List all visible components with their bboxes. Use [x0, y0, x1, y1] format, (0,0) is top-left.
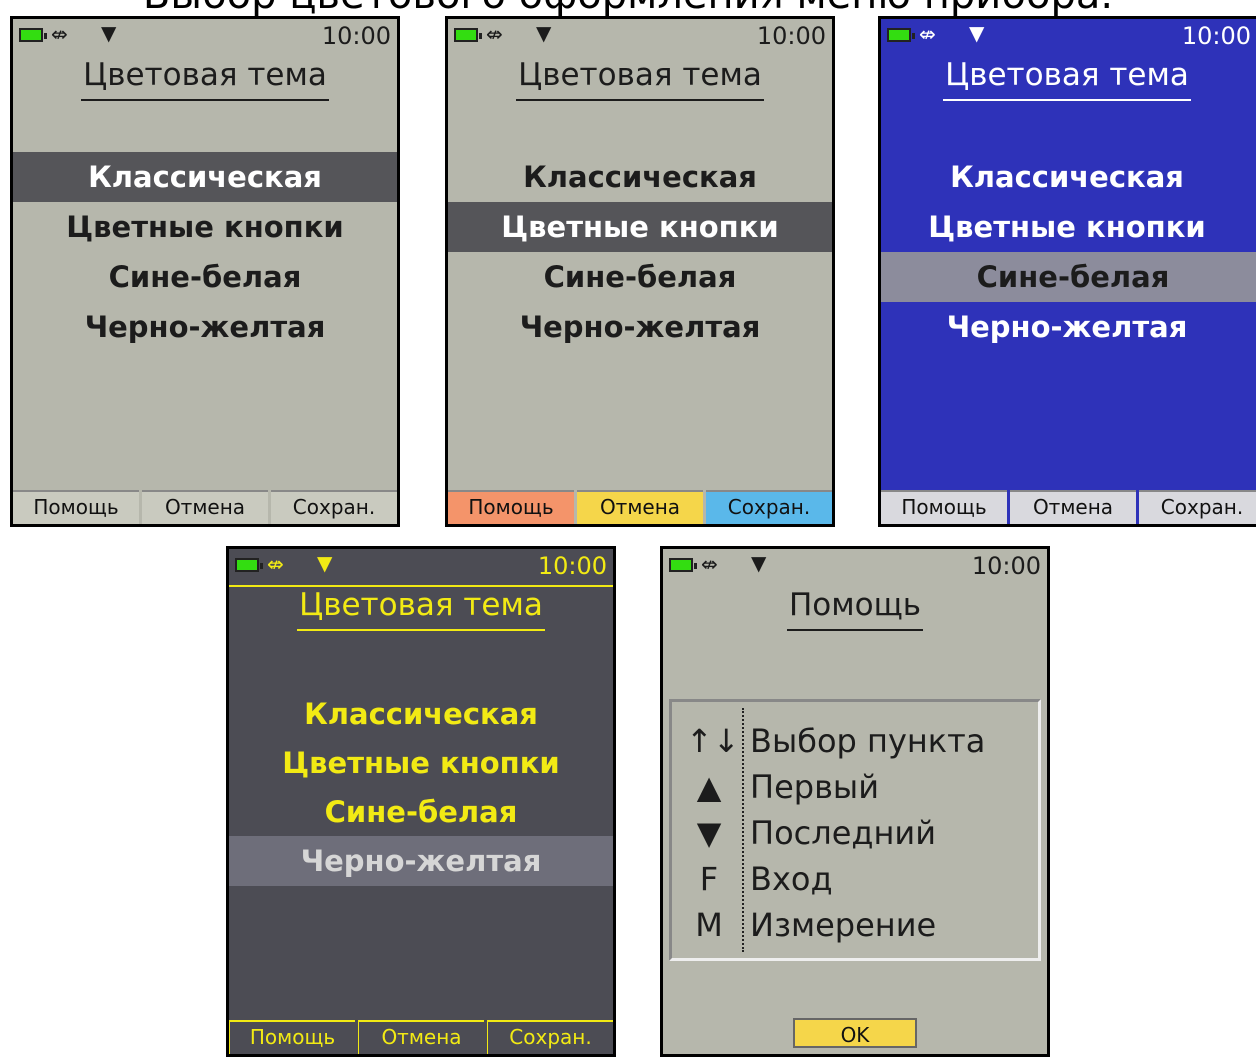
save-button[interactable]: Сохран. [487, 1020, 613, 1054]
menu-item-classic[interactable]: Классическая [229, 689, 613, 739]
menu-item-color-buttons[interactable]: Цветные кнопки [13, 202, 397, 252]
menu-item-blue-white[interactable]: Сине-белая [229, 787, 613, 837]
menu-item-color-buttons[interactable]: Цветные кнопки [229, 738, 613, 788]
help-row-text: Измерение [750, 906, 937, 944]
help-row: ↑↓ Выбор пункта [672, 718, 1038, 764]
usb-icon: ⇎ [267, 552, 284, 576]
cancel-button[interactable]: Отмена [1010, 490, 1136, 524]
clock: 10:00 [1181, 22, 1251, 50]
ok-button[interactable]: OK [793, 1018, 917, 1048]
status-bar: ⇎ ▼ 10:00 [663, 549, 1047, 585]
help-button[interactable]: Помощь [229, 1020, 355, 1054]
up-down-arrows-icon: ↑↓ [686, 722, 740, 760]
menu-item-black-yellow[interactable]: Черно-желтая [13, 302, 397, 352]
save-button[interactable]: Сохран. [1139, 490, 1256, 524]
save-button[interactable]: Сохран. [271, 490, 397, 524]
softkey-bar: Помощь Отмена Сохран. [229, 1020, 613, 1054]
page-title: Помощь [663, 587, 1047, 631]
softkey-bar: Помощь Отмена Сохран. [448, 490, 832, 524]
cancel-button[interactable]: Отмена [358, 1020, 484, 1054]
help-button[interactable]: Помощь [13, 490, 139, 524]
usb-icon: ⇎ [51, 22, 68, 46]
help-panel: ↑↓ Выбор пункта ▲ Первый ▼ Последний F В… [669, 699, 1041, 961]
menu-item-classic[interactable]: Классическая [13, 152, 397, 202]
clock: 10:00 [321, 22, 391, 50]
status-bar: ⇎ ▼ 10:00 [881, 19, 1256, 55]
help-row-text: Первый [750, 768, 879, 806]
page-title: Цветовая тема [881, 57, 1253, 101]
help-row: ▲ Первый [672, 764, 1038, 810]
usb-icon: ⇎ [486, 22, 503, 46]
help-row: F Вход [672, 856, 1038, 902]
save-button[interactable]: Сохран. [706, 490, 832, 524]
menu-item-classic[interactable]: Классическая [448, 152, 832, 202]
battery-icon [669, 558, 697, 572]
clock: 10:00 [756, 22, 826, 50]
signal-arrow-icon: ▼ [536, 21, 552, 45]
clock: 10:00 [537, 552, 607, 580]
menu-item-black-yellow[interactable]: Черно-желтая [448, 302, 832, 352]
menu-item-color-buttons[interactable]: Цветные кнопки [881, 202, 1253, 252]
signal-arrow-icon: ▼ [101, 21, 117, 45]
battery-icon [454, 28, 482, 42]
signal-arrow-icon: ▼ [317, 551, 333, 575]
usb-icon: ⇎ [919, 22, 936, 46]
usb-icon: ⇎ [701, 552, 718, 576]
menu-item-color-buttons[interactable]: Цветные кнопки [448, 202, 832, 252]
screen-blue-white-theme: ⇎ ▼ 10:00 Цветовая тема Классическая Цве… [878, 16, 1256, 527]
cancel-button[interactable]: Отмена [142, 490, 268, 524]
screen-classic-theme: ⇎ ▼ 10:00 Цветовая тема Классическая Цве… [10, 16, 400, 527]
clock: 10:00 [971, 552, 1041, 580]
help-key-m: M [695, 906, 723, 944]
menu-item-black-yellow[interactable]: Черно-желтая [881, 302, 1253, 352]
help-row-text: Выбор пункта [750, 722, 986, 760]
help-row: M Измерение [672, 902, 1038, 948]
signal-arrow-icon: ▼ [969, 21, 985, 45]
help-button[interactable]: Помощь [881, 490, 1007, 524]
screen-color-buttons-theme: ⇎ ▼ 10:00 Цветовая тема Классическая Цве… [445, 16, 835, 527]
help-row: ▼ Последний [672, 810, 1038, 856]
help-row-text: Последний [750, 814, 937, 852]
status-bar: ⇎ ▼ 10:00 [229, 549, 613, 587]
page-title: Цветовая тема [448, 57, 832, 101]
menu-item-classic[interactable]: Классическая [881, 152, 1253, 202]
help-button[interactable]: Помощь [448, 490, 574, 524]
screen-help: ⇎ ▼ 10:00 Помощь ↑↓ Выбор пункта ▲ Первы… [660, 546, 1050, 1057]
page-title: Цветовая тема [229, 587, 613, 631]
triangle-down-icon: ▼ [696, 814, 722, 852]
softkey-bar: Помощь Отмена Сохран. [881, 490, 1256, 524]
menu-item-blue-white[interactable]: Сине-белая [448, 252, 832, 302]
battery-icon [19, 28, 47, 42]
help-row-text: Вход [750, 860, 833, 898]
softkey-bar: Помощь Отмена Сохран. [13, 490, 397, 524]
battery-icon [887, 28, 915, 42]
status-bar: ⇎ ▼ 10:00 [13, 19, 397, 55]
menu-item-blue-white[interactable]: Сине-белая [13, 252, 397, 302]
menu-item-black-yellow[interactable]: Черно-желтая [229, 836, 613, 886]
status-bar: ⇎ ▼ 10:00 [448, 19, 832, 55]
page-title: Цветовая тема [13, 57, 397, 101]
help-key-f: F [699, 860, 719, 898]
signal-arrow-icon: ▼ [751, 551, 767, 575]
cancel-button[interactable]: Отмена [577, 490, 703, 524]
menu-item-blue-white[interactable]: Сине-белая [881, 252, 1256, 302]
triangle-up-icon: ▲ [696, 768, 722, 806]
screen-black-yellow-theme: ⇎ ▼ 10:00 Цветовая тема Классическая Цве… [226, 546, 616, 1057]
battery-icon [235, 558, 263, 572]
